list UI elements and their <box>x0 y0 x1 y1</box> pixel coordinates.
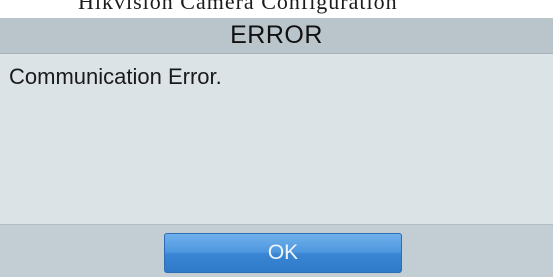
dialog-footer: OK <box>0 224 553 277</box>
error-dialog: ERROR Communication Error. OK <box>0 18 553 277</box>
error-message: Communication Error. <box>9 64 222 89</box>
ok-button-label: OK <box>267 241 299 264</box>
background-page-text: Hikvision Camera Configuration <box>78 0 398 14</box>
dialog-title: ERROR <box>230 21 323 49</box>
ok-button[interactable]: OK <box>164 233 402 273</box>
dialog-message-area: Communication Error. <box>0 54 553 242</box>
dialog-title-bar: ERROR <box>0 18 553 54</box>
background-page-strip: Hikvision Camera Configuration <box>0 0 553 18</box>
